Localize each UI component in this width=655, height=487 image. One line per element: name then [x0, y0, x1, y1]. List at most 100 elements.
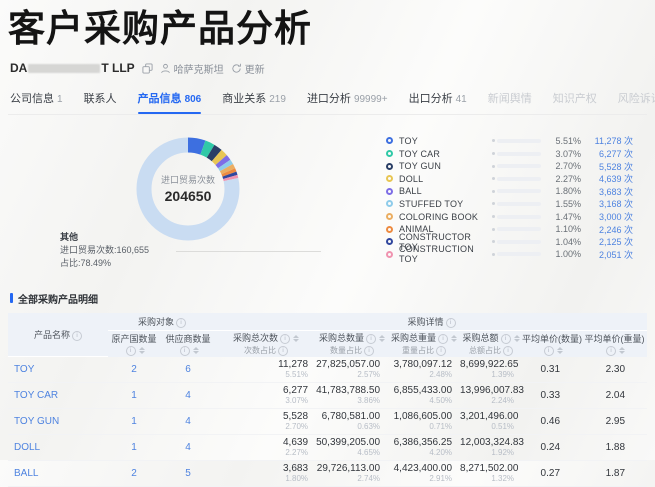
tab-risk-litigation[interactable]: 风险诉讼	[618, 86, 655, 114]
legend-count[interactable]: 5,528 次	[581, 160, 633, 173]
origin-countries-cell[interactable]: 2	[108, 356, 160, 384]
legend-bar	[497, 151, 541, 156]
info-icon[interactable]: i	[179, 345, 190, 356]
suppliers-cell[interactable]: 4	[160, 408, 217, 436]
product-link[interactable]: TOY GUN	[8, 408, 108, 436]
legend-label: TOY	[399, 135, 418, 146]
legend-row-toy-gun[interactable]: TOY GUN 2.70% 5,528 次	[386, 160, 633, 173]
suppliers-cell[interactable]: 6	[160, 356, 217, 384]
tab-import-analysis[interactable]: 进口分析 99999+	[307, 86, 388, 114]
legend-count[interactable]: 4,639 次	[581, 172, 633, 185]
legend-count[interactable]: 6,277 次	[581, 147, 633, 160]
cell-value: 5,528	[282, 411, 309, 423]
info-icon[interactable]: i	[72, 330, 82, 341]
legend-label: TOY CAR	[399, 148, 441, 159]
legend-count[interactable]: 3,168 次	[581, 197, 633, 210]
info-icon[interactable]: i	[438, 334, 449, 345]
sort-icon[interactable]	[379, 335, 386, 343]
col-header-total-times[interactable]: 采购总次数 i 次数占比 i	[216, 330, 317, 357]
col-header-total-weight[interactable]: 采购总重量 i 重量占比 i	[388, 330, 461, 357]
col-header-unit-price-weight[interactable]: 平均单价(重量)i	[582, 330, 648, 357]
legend-row-stuffed-toy[interactable]: STUFFED TOY 1.55% 3,168 次	[386, 198, 633, 211]
col-header-product-name: 产品名称 i	[8, 312, 108, 358]
info-icon[interactable]: i	[364, 346, 375, 357]
origin-countries-cell[interactable]: 1	[108, 382, 160, 410]
tab-news[interactable]: 新闻舆情	[488, 86, 532, 114]
total-amount-cell: 3,201,496.00 0.51%	[460, 408, 523, 436]
tab-company-info[interactable]: 公司信息 1	[10, 86, 63, 114]
legend-count[interactable]: 2,051 次	[581, 248, 633, 261]
col-header-total-amount[interactable]: 采购总额 i 总额占比 i	[460, 330, 523, 357]
legend-row-toy[interactable]: TOY 5.51% 11,278 次	[386, 135, 633, 148]
tab-product-info[interactable]: 产品信息 806	[137, 86, 201, 114]
tab-export-analysis[interactable]: 出口分析 41	[409, 86, 467, 114]
product-link[interactable]: BALL	[8, 460, 108, 487]
info-icon[interactable]: i	[445, 317, 456, 328]
info-icon[interactable]: i	[606, 345, 617, 356]
info-icon[interactable]: i	[436, 346, 447, 357]
origin-countries-cell[interactable]: 1	[108, 408, 160, 436]
col-header-origin-countries[interactable]: 原产国数量i	[108, 330, 160, 357]
legend-percent: 5.51%	[555, 135, 581, 146]
tooltip-count: 进口贸易次数:160,655	[60, 244, 150, 255]
legend-bar	[497, 164, 541, 169]
legend-percent: 1.10%	[555, 224, 581, 235]
suppliers-cell[interactable]: 4	[160, 434, 217, 462]
info-icon[interactable]: i	[503, 346, 514, 357]
cell-value: 11,278	[278, 359, 309, 371]
legend-count[interactable]: 3,683 次	[581, 185, 633, 198]
legend-bar	[497, 214, 541, 219]
legend-count[interactable]: 11,278 次	[581, 134, 633, 147]
section-accent-bar	[10, 293, 13, 304]
legend-row-toy-car[interactable]: TOY CAR 3.07% 6,277 次	[386, 147, 633, 160]
cell-percent: 2.57%	[357, 370, 381, 380]
suppliers-cell[interactable]: 4	[160, 382, 217, 410]
cell-percent: 4.20%	[429, 448, 453, 458]
col-header-suppliers[interactable]: 供应商数量i	[160, 330, 217, 357]
sort-icon[interactable]	[619, 346, 626, 354]
legend-slider-dot	[492, 215, 495, 219]
legend-count[interactable]: 2,246 次	[581, 223, 633, 236]
legend-row-construction-toy[interactable]: CONSTRUCTION TOY 1.00% 2,051 次	[386, 244, 633, 264]
product-link[interactable]: DOLL	[8, 434, 108, 462]
tab-intellectual-property[interactable]: 知识产权	[553, 86, 597, 114]
info-icon[interactable]: i	[125, 345, 136, 356]
sort-icon[interactable]	[556, 346, 563, 354]
refresh-button[interactable]: 更新	[231, 61, 265, 76]
tab-business-relations[interactable]: 商业关系 219	[222, 86, 286, 114]
info-icon[interactable]: i	[500, 334, 511, 345]
sort-icon[interactable]	[293, 335, 300, 343]
cell-percent: 0.51%	[491, 422, 515, 432]
legend-count[interactable]: 2,125 次	[581, 235, 633, 248]
copy-button[interactable]	[142, 63, 153, 74]
legend-dot-icon	[386, 200, 393, 208]
info-icon[interactable]: i	[176, 317, 187, 328]
cell-percent: 2.24%	[491, 396, 515, 406]
col-header-total-quantity[interactable]: 采购总数量 i 数量占比 i	[316, 330, 389, 357]
unit-price-quantity-cell: 0.33	[522, 382, 583, 410]
cell-percent: 2.48%	[429, 370, 453, 380]
legend-row-coloring-book[interactable]: COLORING BOOK 1.47% 3,000 次	[386, 210, 633, 223]
col-header-unit-price-quantity[interactable]: 平均单价(数量)i	[522, 330, 583, 357]
tab-label: 进口分析	[306, 92, 351, 105]
sort-icon[interactable]	[513, 335, 520, 343]
sort-icon[interactable]	[138, 346, 145, 354]
cell-percent: 5.51%	[285, 370, 309, 380]
origin-countries-cell[interactable]: 1	[108, 434, 160, 462]
suppliers-cell[interactable]: 5	[160, 460, 217, 487]
origin-countries-cell[interactable]: 2	[108, 460, 160, 487]
sort-icon[interactable]	[451, 335, 458, 343]
info-icon[interactable]: i	[366, 334, 377, 345]
info-icon[interactable]: i	[543, 345, 554, 356]
legend-row-doll[interactable]: DOLL 2.27% 4,639 次	[386, 172, 633, 185]
tab-contacts[interactable]: 联系人	[84, 86, 117, 114]
total-weight-cell: 6,855,433.00 4.50%	[388, 382, 461, 410]
legend-row-ball[interactable]: BALL 1.80% 3,683 次	[386, 185, 633, 198]
product-link[interactable]: TOY	[8, 356, 108, 384]
info-icon[interactable]: i	[280, 334, 291, 345]
product-link[interactable]: TOY CAR	[8, 382, 108, 410]
table-row: DOLL 1 4 4,639 2.27% 50,399,205.00 4.65% 6,386,…	[8, 434, 648, 462]
info-icon[interactable]: i	[278, 346, 289, 357]
legend-count[interactable]: 3,000 次	[581, 210, 633, 223]
sort-icon[interactable]	[192, 346, 199, 354]
